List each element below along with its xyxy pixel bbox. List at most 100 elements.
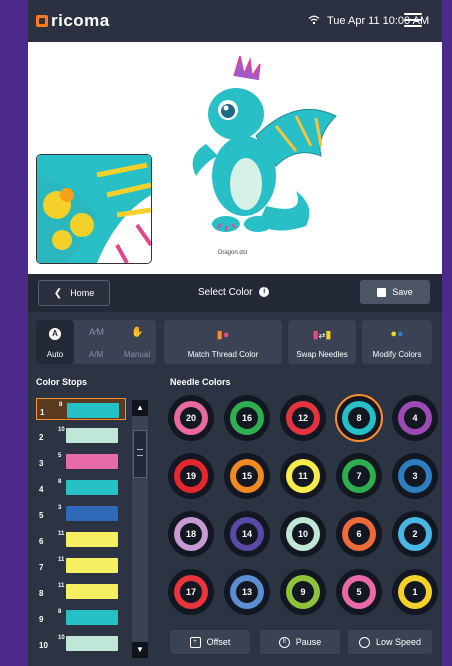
color-stop-swatch [66,558,118,573]
auto-icon: A [49,328,61,340]
color-stop-row[interactable]: 98 [36,606,126,628]
needle-number: 2 [404,523,426,545]
needle-button[interactable]: 9 [280,569,326,615]
color-stop-swatch [66,636,118,651]
needle-number: 18 [180,523,202,545]
app-frame: ricoma Tue Apr 11 10:00 AM Dragon.dst ❮ … [28,0,442,666]
needle-button[interactable]: 15 [224,453,270,499]
pause-button[interactable]: II Pause [260,630,340,654]
page-title: Select Color i [198,287,270,298]
speed-gauge-icon [358,636,370,648]
page-title-text: Select Color [198,287,253,298]
color-drops-icon: ●● [390,328,404,340]
pause-label: Pause [295,637,322,647]
needle-button[interactable]: 5 [336,569,382,615]
needle-button[interactable]: 3 [392,453,438,499]
color-stop-row[interactable]: 48 [36,476,126,498]
mode-am-label: A/M [88,350,104,359]
dragon-design-image [192,56,337,232]
needle-number: 13 [236,581,258,603]
match-thread-color-label: Match Thread Color [187,350,259,359]
info-icon[interactable]: i [259,287,270,298]
needle-number: 9 [292,581,314,603]
swap-needles-button[interactable]: ▮⇄▮ Swap Needles [288,320,356,364]
color-stop-index: 3 [39,459,44,468]
needle-number: 19 [180,465,202,487]
color-stop-index: 4 [39,485,44,494]
wifi-icon [308,14,320,28]
needle-number: 15 [236,465,258,487]
offset-label: Offset [206,637,231,647]
needle-button[interactable]: 7 [336,453,382,499]
color-stops-heading: Color Stops [36,377,87,387]
needle-button[interactable]: 19 [168,453,214,499]
color-stops-scrollbar[interactable]: ▲ ▼ [132,400,148,658]
needle-number: 8 [348,407,370,429]
needle-button[interactable]: 14 [224,511,270,557]
modify-colors-button[interactable]: ●● Modify Colors [362,320,432,364]
modify-colors-label: Modify Colors [372,350,422,359]
color-stop-needle: 8 [58,609,62,615]
color-stop-row[interactable]: 18 [36,398,126,420]
color-stop-needle: 10 [58,427,65,433]
color-stop-index: 2 [39,433,44,442]
color-stop-needle: 8 [59,402,63,408]
needle-number: 4 [404,407,426,429]
needle-number: 10 [292,523,314,545]
color-stop-swatch [66,428,118,443]
needle-number: 6 [348,523,370,545]
color-stop-index: 6 [39,537,44,546]
needle-button[interactable]: 18 [168,511,214,557]
needle-button[interactable]: 10 [280,511,326,557]
low-speed-label: Low Speed [375,637,422,647]
color-stop-row[interactable]: 7 11 [36,554,126,576]
needle-button[interactable]: 2 [392,511,438,557]
hand-icon: ✋ [131,327,144,338]
color-stop-row[interactable]: 2 10 [36,424,126,446]
needle-button[interactable]: 11 [280,453,326,499]
color-stop-row[interactable]: 53 [36,502,126,524]
needle-button[interactable]: 20 [168,395,214,441]
zoom-inset[interactable] [36,154,152,264]
needle-button[interactable]: 6 [336,511,382,557]
color-stop-swatch [66,610,118,625]
color-stop-needle: 5 [58,453,62,459]
color-stop-row[interactable]: 8 11 [36,580,126,602]
offset-button[interactable]: + Offset [170,630,250,654]
color-stop-index: 5 [39,511,44,520]
match-thread-color-button[interactable]: ▮● Match Thread Color [164,320,282,364]
scroll-up-button[interactable]: ▲ [132,400,148,416]
needle-number: 7 [348,465,370,487]
needle-button[interactable]: 1 [392,569,438,615]
color-stop-row[interactable]: 35 [36,450,126,472]
scroll-down-button[interactable]: ▼ [132,642,148,658]
low-speed-button[interactable]: Low Speed [348,630,432,654]
needle-button[interactable]: 12 [280,395,326,441]
needle-button[interactable]: 16 [224,395,270,441]
color-stop-row[interactable]: 10 10 [36,632,126,654]
color-stop-needle: 11 [58,557,65,563]
needle-number: 20 [180,407,202,429]
save-button[interactable]: Save [360,280,430,304]
needle-button[interactable]: 17 [168,569,214,615]
save-label: Save [392,287,413,297]
color-stop-needle: 11 [58,583,65,589]
color-stop-swatch [66,532,118,547]
brand-logo: ricoma [36,11,110,31]
save-disk-icon [377,287,387,297]
needle-number: 11 [292,465,314,487]
needle-button[interactable]: 4 [392,395,438,441]
home-button[interactable]: ❮ Home [38,280,110,306]
needle-button[interactable]: 13 [224,569,270,615]
mode-am[interactable]: A⁄M A/M [77,320,115,364]
color-stop-row[interactable]: 6 11 [36,528,126,550]
swap-icon: ▮⇄▮ [312,329,332,341]
needle-colors-grid: 20 16 12 8 4 19 15 11 7 3 18 14 10 6 2 17 13 9 5 1 [168,394,438,625]
needle-number: 17 [180,581,202,603]
mode-auto[interactable]: A Auto [36,320,74,364]
hamburger-menu-icon[interactable] [404,13,422,29]
mode-manual[interactable]: ✋ Manual [118,320,156,364]
scroll-thumb[interactable] [133,430,147,478]
needle-button[interactable]: 8 [335,394,383,442]
color-stop-needle: 11 [58,531,65,537]
